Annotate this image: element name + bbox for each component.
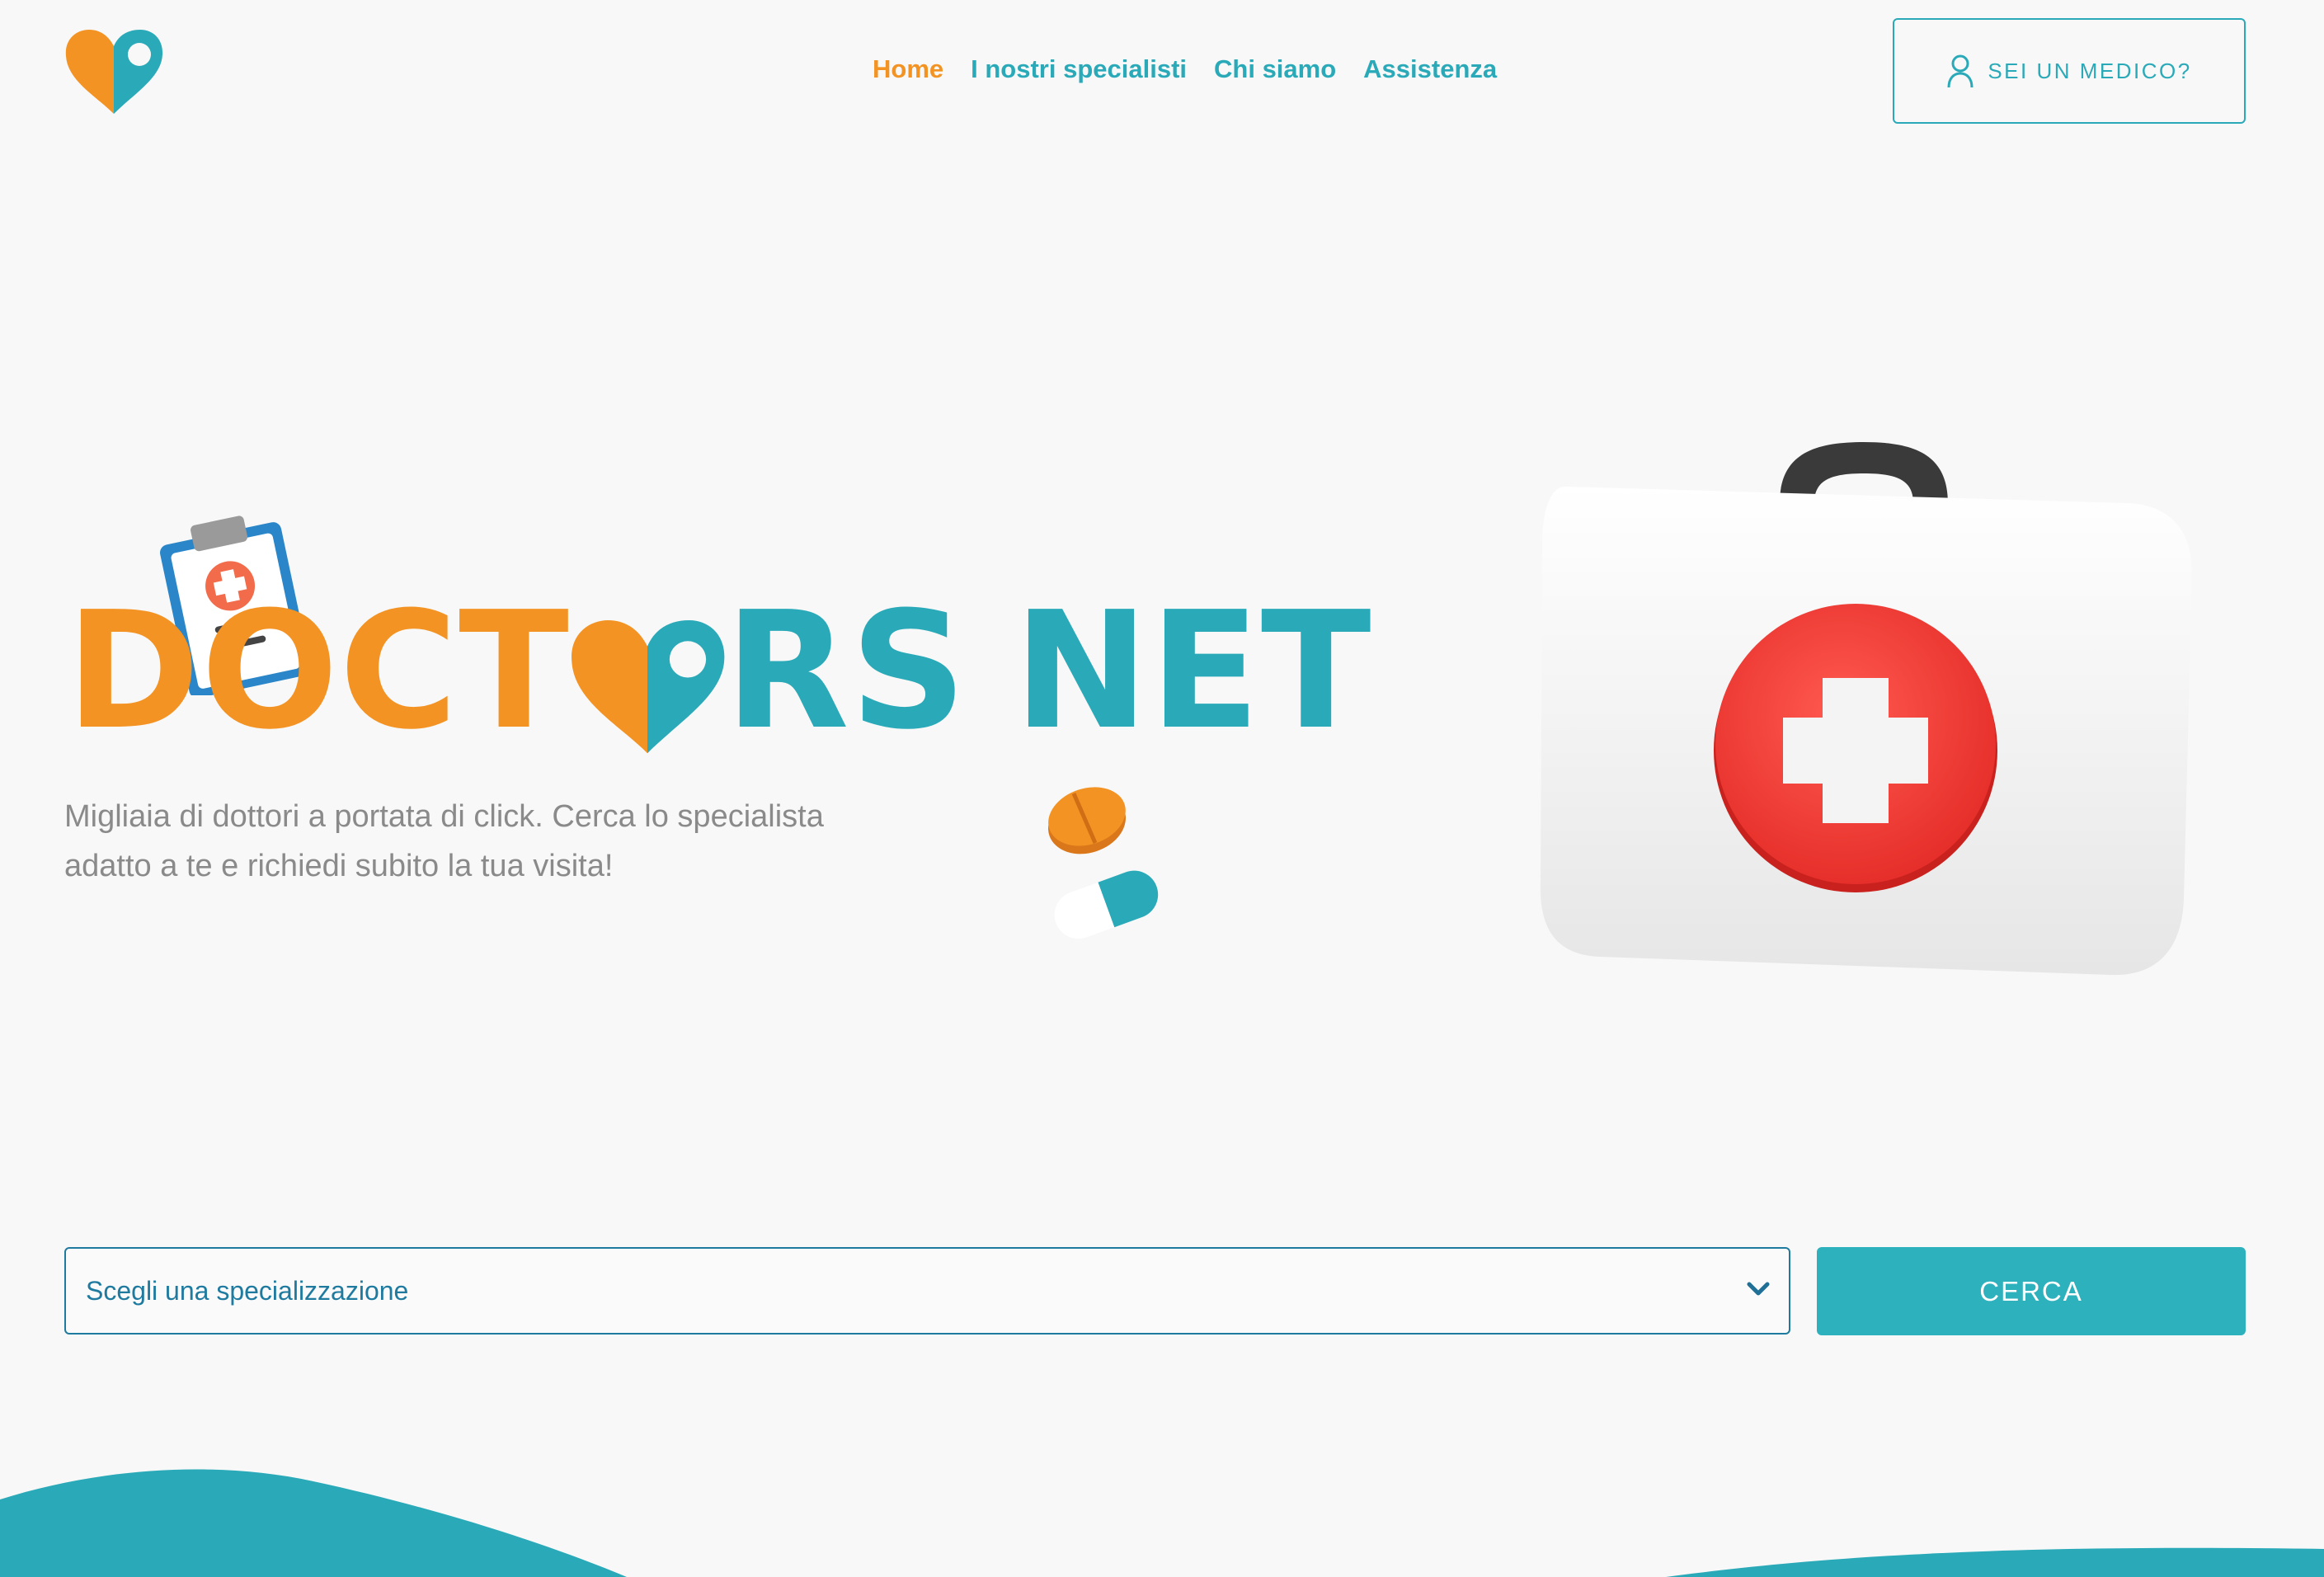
doctor-login-button[interactable]: SEI UN MEDICO? bbox=[1893, 18, 2246, 124]
hero-subtitle: Migliaia di dottori a portata di click. … bbox=[64, 792, 988, 891]
home-page: Home I nostri specialisti Chi siamo Assi… bbox=[0, 0, 2324, 1577]
brand-title-rs: RS bbox=[724, 577, 967, 765]
pills-icon bbox=[1048, 787, 1159, 939]
chevron-down-icon bbox=[1747, 1282, 1770, 1296]
specialization-select[interactable]: Scegli una specializzazione bbox=[64, 1247, 1790, 1335]
doctor-login-label: SEI UN MEDICO? bbox=[1988, 58, 2192, 83]
user-icon bbox=[1947, 54, 1974, 88]
nav-specialists[interactable]: I nostri specialisti bbox=[971, 54, 1187, 84]
brand-title-left: DOCT bbox=[66, 577, 570, 765]
nav-support[interactable]: Assistenza bbox=[1363, 54, 1497, 84]
hero-subtitle-line1: Migliaia di dottori a portata di click. … bbox=[64, 799, 824, 834]
first-aid-kit-icon bbox=[1540, 442, 2193, 976]
logo-heart-pin-icon[interactable] bbox=[63, 28, 165, 114]
brand-title: DOCT RS NET bbox=[66, 591, 1372, 754]
bottom-wave-decoration bbox=[0, 1469, 2324, 1577]
nav-home[interactable]: Home bbox=[873, 54, 943, 84]
specialization-select-value: Scegli una specializzazione bbox=[86, 1275, 409, 1306]
main-nav: Home I nostri specialisti Chi siamo Assi… bbox=[873, 54, 1497, 84]
brand-title-net: NET bbox=[1013, 577, 1372, 765]
brand-heart-pin-icon bbox=[571, 619, 725, 754]
nav-about[interactable]: Chi siamo bbox=[1214, 54, 1336, 84]
hero-subtitle-line2: adatto a te e richiedi subito la tua vis… bbox=[64, 849, 614, 883]
search-button[interactable]: CERCA bbox=[1817, 1247, 2246, 1335]
